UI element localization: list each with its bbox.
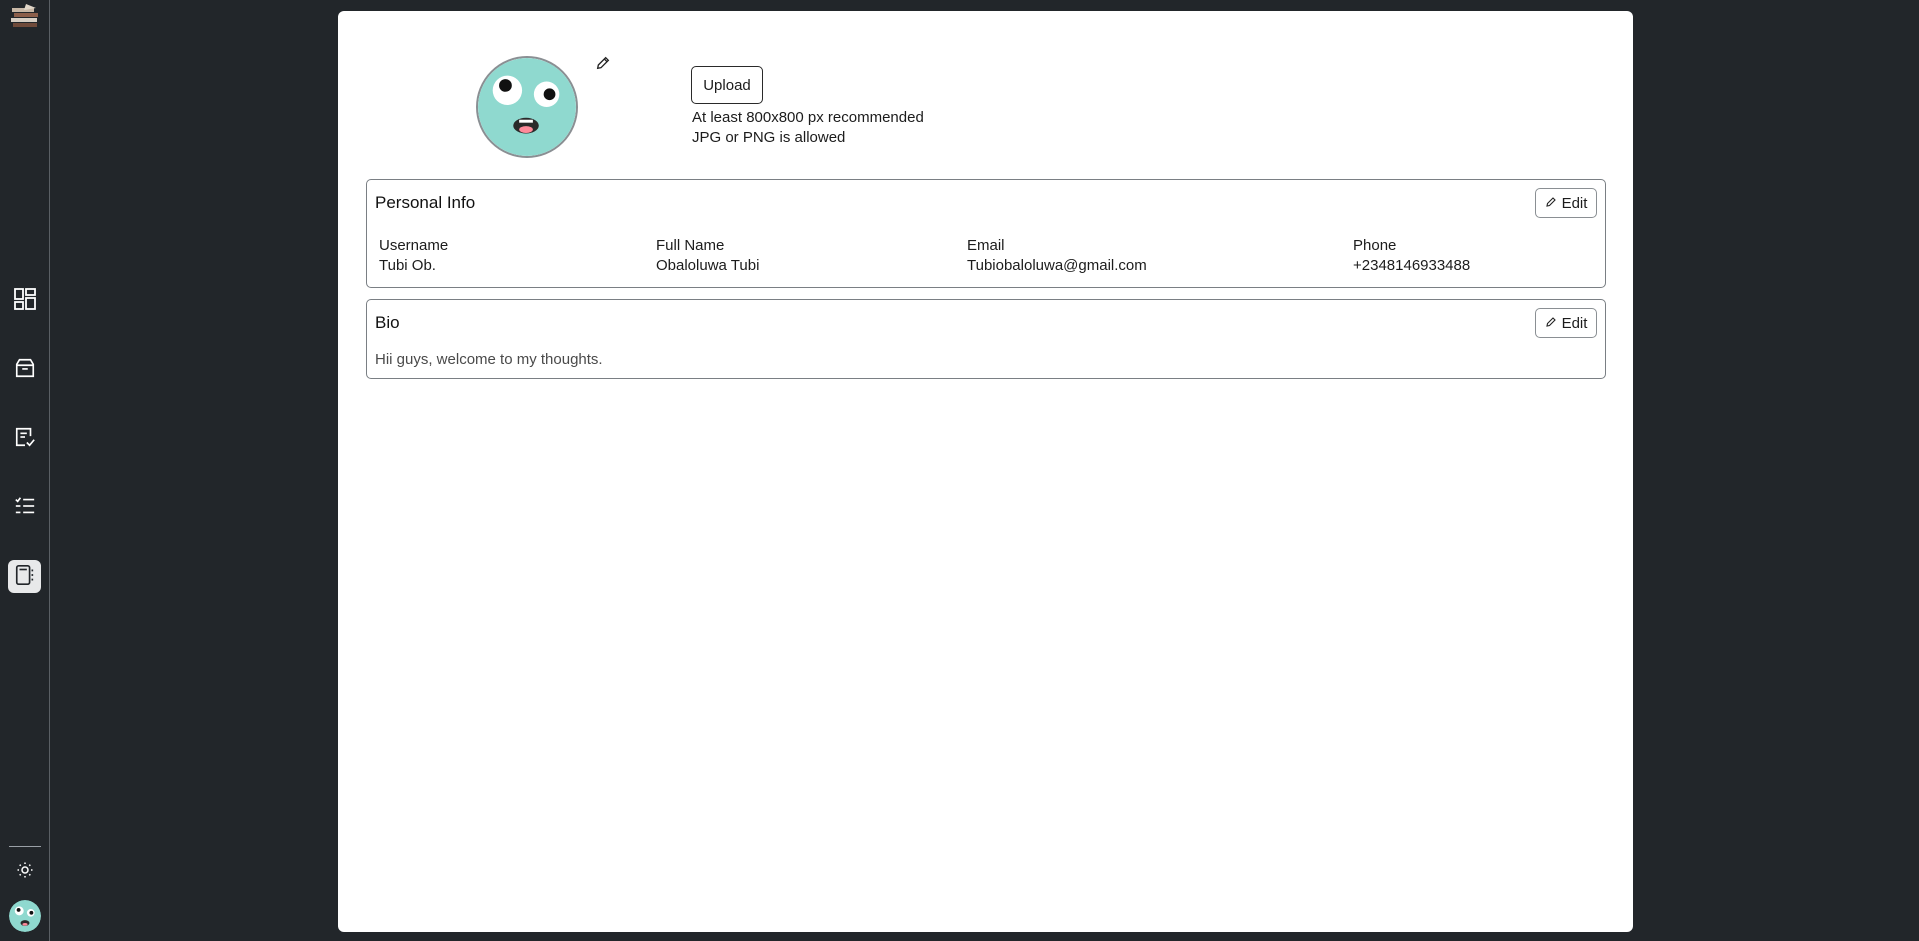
field-label: Username: [379, 237, 449, 254]
sun-icon: [16, 861, 34, 883]
edit-personal-info-button[interactable]: Edit: [1535, 188, 1597, 218]
dashboard-icon: [13, 287, 37, 315]
notebook-icon: [14, 564, 36, 590]
book-stack-logo[interactable]: [10, 2, 40, 30]
hint-size: At least 800x800 px recommended: [692, 109, 924, 126]
bio-title: Bio: [375, 313, 400, 332]
profile-card: Upload At least 800x800 px recommended J…: [338, 11, 1633, 932]
archive-icon: [14, 357, 36, 383]
field-value: Tubi Ob.: [379, 257, 436, 274]
field-value: +2348146933488: [1353, 257, 1471, 274]
personal-info-panel: Personal Info Edit Username Tubi Ob. Ful…: [366, 179, 1606, 288]
field-value: Tubiobaloluwa@gmail.com: [967, 257, 1147, 274]
profile-avatar: [476, 56, 578, 158]
edit-label: Edit: [1561, 194, 1588, 212]
nav-archive[interactable]: [8, 353, 41, 386]
edit-label: Edit: [1561, 314, 1588, 332]
bio-text: Hii guys, welcome to my thoughts.: [375, 351, 603, 368]
upload-button[interactable]: Upload: [691, 66, 763, 104]
field-label: Full Name: [656, 237, 725, 254]
sidebar-divider: [9, 846, 41, 847]
nav-tasks[interactable]: [8, 491, 41, 524]
sidebar: [0, 0, 50, 941]
field-username: Username Tubi Ob.: [379, 236, 448, 276]
pencil-icon: [1545, 315, 1557, 332]
field-label: Email: [967, 237, 1005, 254]
field-value: Obaloluwa Tubi: [656, 257, 760, 274]
personal-info-title: Personal Info: [375, 193, 476, 212]
nav-dashboard[interactable]: [8, 284, 41, 317]
checklist-icon: [14, 495, 36, 521]
field-label: Phone: [1353, 237, 1397, 254]
pencil-icon: [595, 55, 611, 75]
field-phone: Phone +2348146933488: [1353, 236, 1470, 276]
field-full-name: Full Name Obaloluwa Tubi: [656, 236, 759, 276]
field-email: Email Tubiobaloluwa@gmail.com: [967, 236, 1147, 276]
theme-toggle[interactable]: [14, 861, 36, 883]
document-check-icon: [14, 426, 36, 452]
bio-panel: Bio Edit Hii guys, welcome to my thought…: [366, 299, 1606, 379]
edit-bio-button[interactable]: Edit: [1535, 308, 1597, 338]
nav-drafts[interactable]: [8, 422, 41, 455]
user-avatar[interactable]: [9, 900, 41, 932]
edit-avatar-button[interactable]: [594, 56, 612, 74]
hint-format: JPG or PNG is allowed: [692, 129, 846, 146]
pencil-icon: [1545, 195, 1557, 212]
nav-notebook[interactable]: [8, 560, 41, 593]
